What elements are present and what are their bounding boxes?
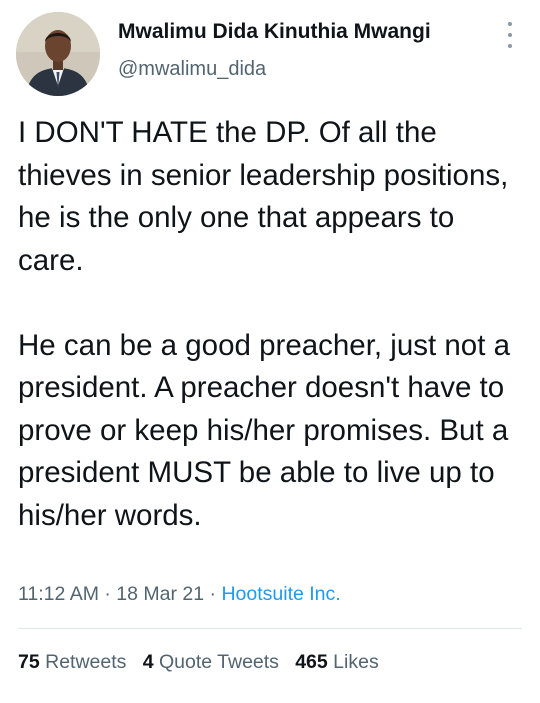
tweet-meta: 11:12 AM · 18 Mar 21 · Hootsuite Inc. — [18, 583, 341, 606]
tweet-paragraph: He can be a good preacher, just not a pr… — [18, 328, 511, 532]
avatar-image — [16, 12, 100, 96]
likes-label: Likes — [333, 651, 379, 673]
retweets-count: 75 — [18, 651, 40, 673]
more-vertical-icon[interactable] — [500, 20, 520, 50]
divider — [18, 628, 522, 629]
more-dot — [508, 33, 512, 37]
more-dot — [508, 22, 512, 26]
tweet: Mwalimu Dida Kinuthia Mwangi @mwalimu_di… — [0, 0, 540, 703]
quote-tweets-stat[interactable]: 4 Quote Tweets — [143, 651, 279, 674]
avatar[interactable] — [16, 12, 100, 96]
tweet-date[interactable]: 18 Mar 21 — [116, 583, 204, 605]
tweet-stats: 75 Retweets 4 Quote Tweets 465 Likes — [18, 651, 379, 674]
likes-stat[interactable]: 465 Likes — [295, 651, 379, 674]
retweets-stat[interactable]: 75 Retweets — [18, 651, 126, 674]
meta-separator: · — [98, 583, 117, 605]
meta-separator: · — [204, 583, 222, 605]
likes-count: 465 — [295, 651, 328, 673]
tweet-text: I DON'T HATE the DP. Of all the thieves … — [18, 112, 528, 537]
tweet-source-link[interactable]: Hootsuite Inc. — [221, 583, 340, 605]
quote-tweets-label: Quote Tweets — [158, 651, 279, 673]
user-handle[interactable]: @mwalimu_dida — [118, 58, 266, 81]
tweet-paragraph: I DON'T HATE the DP. Of all the thieves … — [18, 116, 509, 277]
quote-tweets-count: 4 — [142, 651, 154, 673]
retweets-label: Retweets — [45, 651, 127, 673]
tweet-time[interactable]: 11:12 AM — [18, 583, 99, 605]
more-dot — [508, 44, 512, 48]
display-name[interactable]: Mwalimu Dida Kinuthia Mwangi — [118, 20, 431, 44]
